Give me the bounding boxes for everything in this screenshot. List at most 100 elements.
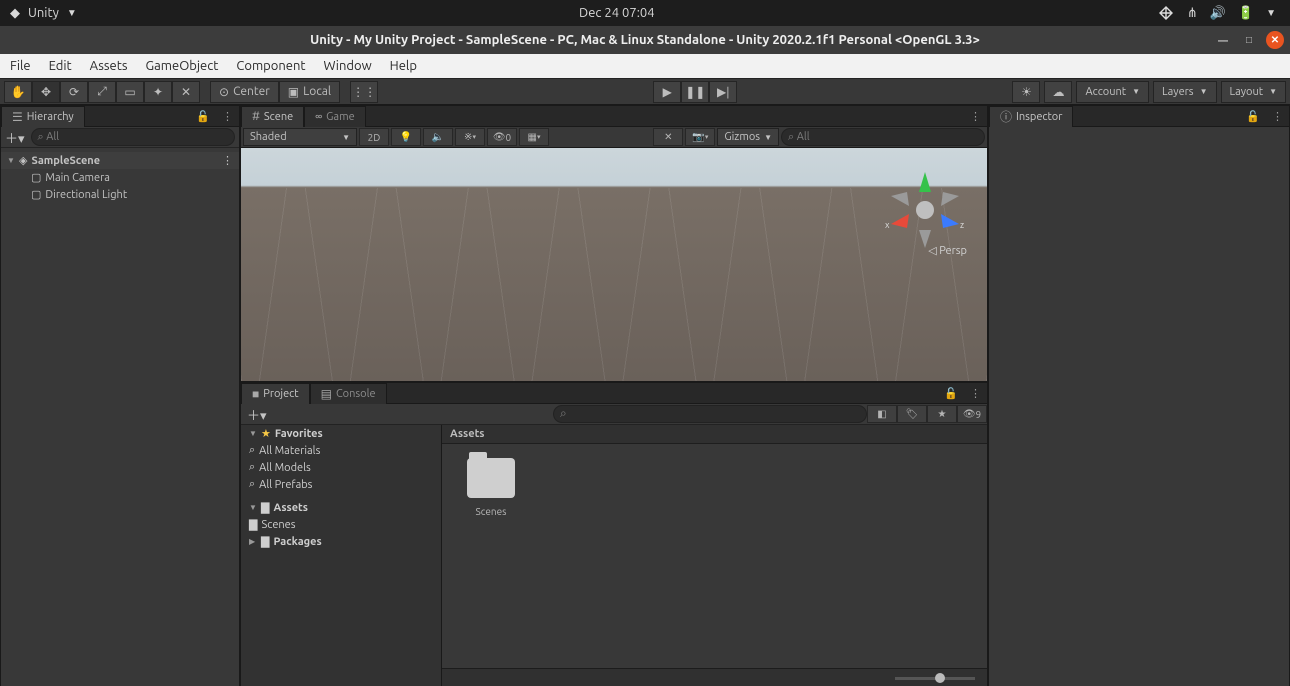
pause-button[interactable]: ❚❚ — [681, 81, 709, 103]
favorite-item[interactable]: ⌕All Materials — [241, 442, 441, 459]
window-title-bar: Unity - My Unity Project - SampleScene -… — [0, 26, 1290, 54]
hand-tool-button[interactable]: ✋ — [4, 81, 32, 103]
gameobject-icon: ▢ — [31, 188, 41, 201]
hidden-packages-toggle[interactable]: 👁9 — [957, 405, 987, 423]
packages-header[interactable]: ▶▇Packages — [241, 533, 441, 550]
menu-window[interactable]: Window — [324, 59, 372, 73]
scene-search-input[interactable]: ⌕ All — [781, 128, 985, 146]
camera-settings-icon[interactable]: 📷▾ — [685, 128, 715, 146]
menu-file[interactable]: File — [10, 59, 31, 73]
hierarchy-search-input[interactable]: ⌕ All — [31, 128, 235, 146]
menu-component[interactable]: Component — [236, 59, 305, 73]
assets-child[interactable]: ▇Scenes — [241, 516, 441, 533]
chevron-down-icon[interactable]: ▼ — [67, 7, 77, 19]
layout-dropdown[interactable]: Layout▼ — [1221, 81, 1287, 103]
project-lock-icon[interactable]: 🔓 — [938, 387, 964, 400]
close-button[interactable]: ✕ — [1266, 31, 1284, 49]
favorite-item[interactable]: ⌕All Models — [241, 459, 441, 476]
draw-mode-dropdown[interactable]: Shaded▼ — [243, 128, 357, 146]
thumbnail-size-slider[interactable] — [442, 668, 987, 686]
layers-dropdown[interactable]: Layers▼ — [1153, 81, 1216, 103]
asset-folder[interactable]: Scenes — [456, 458, 526, 654]
cube-icon: ◆ — [10, 6, 20, 21]
hierarchy-item[interactable]: ▢Main Camera — [1, 169, 239, 186]
search-icon: ⌕ — [560, 407, 567, 421]
volume-icon[interactable]: 🔊 — [1210, 6, 1226, 21]
step-button[interactable]: ▶| — [709, 81, 737, 103]
2d-toggle[interactable]: 2D — [359, 128, 389, 146]
network-icon[interactable]: ⋔ — [1187, 6, 1198, 21]
snap-button[interactable]: ⋮⋮ — [350, 81, 378, 103]
project-tree: ▼★Favorites ⌕All Materials ⌕All Models ⌕… — [241, 425, 442, 686]
tab-inspector[interactable]: ⓘInspector — [989, 106, 1073, 127]
window-title: Unity - My Unity Project - SampleScene -… — [0, 33, 1290, 47]
tab-hierarchy[interactable]: ☰Hierarchy — [1, 106, 85, 127]
lock-icon[interactable]: 🔓 — [190, 110, 216, 123]
folder-icon — [467, 458, 515, 498]
app-menu-label[interactable]: Unity — [28, 6, 59, 20]
gizmos-dropdown[interactable]: Gizmos▼ — [717, 128, 779, 146]
cloud-icon[interactable]: ☁ — [1044, 81, 1072, 103]
hidden-objects-icon[interactable]: 👁0 — [487, 128, 517, 146]
hierarchy-icon: ☰ — [12, 110, 23, 124]
hierarchy-panel: ☰Hierarchy 🔓 ⋮ ＋▾ ⌕ All ▼◈SampleScene ⋮ … — [0, 105, 240, 686]
hierarchy-item[interactable]: ▢Directional Light — [1, 186, 239, 203]
audio-toggle-icon[interactable]: 🔈 — [423, 128, 453, 146]
filter-by-type-icon[interactable]: ◧ — [867, 405, 897, 423]
search-icon: ⌕ — [249, 478, 255, 491]
menu-help[interactable]: Help — [390, 59, 417, 73]
projection-label[interactable]: ◁ Persp — [928, 244, 967, 257]
project-create-button[interactable]: ＋▾ — [241, 405, 273, 424]
lighting-toggle-icon[interactable]: 💡 — [391, 128, 421, 146]
maximize-button[interactable]: □ — [1240, 31, 1258, 49]
clock: Dec 24 07:04 — [77, 6, 1157, 20]
tab-console[interactable]: ▤Console — [310, 383, 387, 404]
pivot-rotation-button[interactable]: ▣Local — [279, 81, 340, 103]
assets-header[interactable]: ▼▇Assets — [241, 499, 441, 516]
pivot-mode-button[interactable]: ⊙Center — [210, 81, 279, 103]
scene-viewport[interactable]: x z ◁ Persp — [241, 148, 987, 381]
battery-icon[interactable]: 🔋 — [1238, 6, 1254, 21]
fx-toggle-icon[interactable]: ※▾ — [455, 128, 485, 146]
project-menu-icon[interactable]: ⋮ — [964, 387, 987, 400]
account-dropdown[interactable]: Account▼ — [1076, 81, 1149, 103]
scene-panel-menu-icon[interactable]: ⋮ — [964, 110, 987, 123]
inspector-menu-icon[interactable]: ⋮ — [1266, 110, 1289, 123]
filter-by-label-icon[interactable]: 🏷 — [897, 405, 927, 423]
tab-project[interactable]: ■Project — [241, 383, 310, 404]
project-search-input[interactable]: ⌕ — [553, 405, 867, 423]
scene-row[interactable]: ▼◈SampleScene ⋮ — [1, 152, 239, 169]
folder-icon: ■ — [252, 387, 259, 401]
asset-label: Scenes — [476, 506, 507, 517]
menu-assets[interactable]: Assets — [90, 59, 128, 73]
minimize-button[interactable]: — — [1214, 31, 1232, 49]
tab-game[interactable]: ∞Game — [304, 106, 365, 127]
scale-tool-button[interactable]: ⤢ — [88, 81, 116, 103]
tool-settings-icon[interactable]: ✕ — [653, 128, 683, 146]
favorites-header[interactable]: ▼★Favorites — [241, 425, 441, 442]
grid-toggle-icon[interactable]: ▦▾ — [519, 128, 549, 146]
rect-tool-button[interactable]: ▭ — [116, 81, 144, 103]
transform-tool-button[interactable]: ✦ — [144, 81, 172, 103]
collab-icon[interactable]: ☀ — [1012, 81, 1040, 103]
project-breadcrumb[interactable]: Assets — [442, 425, 987, 444]
tab-scene[interactable]: #Scene — [241, 106, 304, 127]
favorite-item[interactable]: ⌕All Prefabs — [241, 476, 441, 493]
menu-gameobject[interactable]: GameObject — [146, 59, 219, 73]
scene-icon: # — [252, 110, 260, 123]
create-button[interactable]: ＋▾ — [5, 128, 25, 147]
rotate-tool-button[interactable]: ⟳ — [60, 81, 88, 103]
custom-tool-button[interactable]: ✕ — [172, 81, 200, 103]
menu-edit[interactable]: Edit — [49, 59, 72, 73]
inspector-lock-icon[interactable]: 🔓 — [1240, 110, 1266, 123]
save-search-icon[interactable]: ★ — [927, 405, 957, 423]
assets-grid[interactable]: Scenes — [442, 444, 987, 668]
orientation-gizmo[interactable]: x z — [881, 166, 969, 254]
move-tool-button[interactable]: ✥ — [32, 81, 60, 103]
play-button[interactable]: ▶ — [653, 81, 681, 103]
panel-menu-icon[interactable]: ⋮ — [216, 110, 239, 123]
center-icon: ⊙ — [219, 85, 229, 99]
scene-menu-icon[interactable]: ⋮ — [222, 154, 233, 167]
unity-icon[interactable] — [1157, 4, 1175, 22]
system-menu-chevron-icon[interactable]: ▼ — [1266, 7, 1276, 19]
